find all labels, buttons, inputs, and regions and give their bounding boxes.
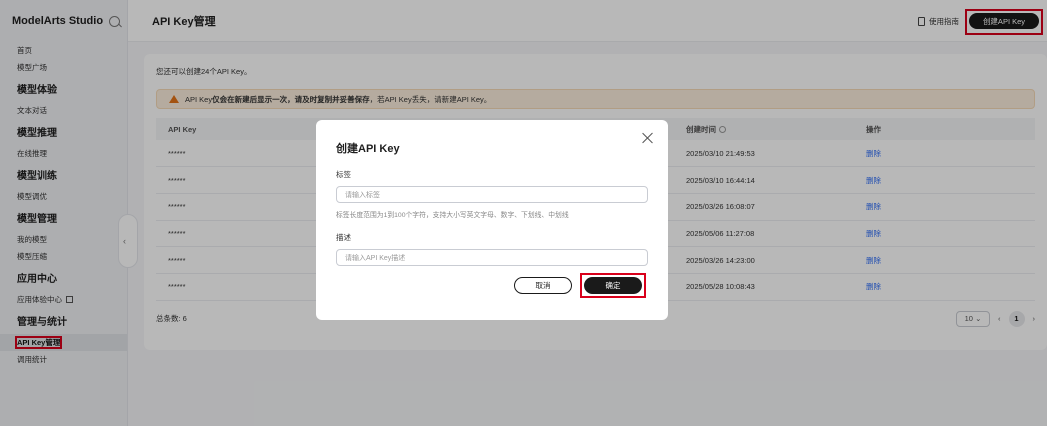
tag-label: 标签	[336, 170, 351, 179]
dialog-title: 创建API Key	[336, 143, 400, 155]
confirm-button[interactable]: 确定	[584, 277, 642, 294]
close-icon[interactable]	[642, 132, 654, 144]
create-api-key-dialog: 创建API Key 标签 请输入标签 标签长度范围为1到100个字符，支持大小写…	[316, 120, 668, 320]
cancel-wrap: 取消	[514, 273, 572, 298]
tag-input[interactable]: 请输入标签	[336, 186, 648, 203]
dialog-buttons: 取消 确定	[514, 273, 646, 298]
confirm-highlight: 确定	[580, 273, 646, 298]
description-input[interactable]: 请输入API Key描述	[336, 249, 648, 266]
cancel-button[interactable]: 取消	[514, 277, 572, 294]
description-label: 描述	[336, 233, 351, 242]
tag-hint: 标签长度范围为1到100个字符，支持大小写英文字母、数字、下划线、中划线	[336, 212, 569, 219]
